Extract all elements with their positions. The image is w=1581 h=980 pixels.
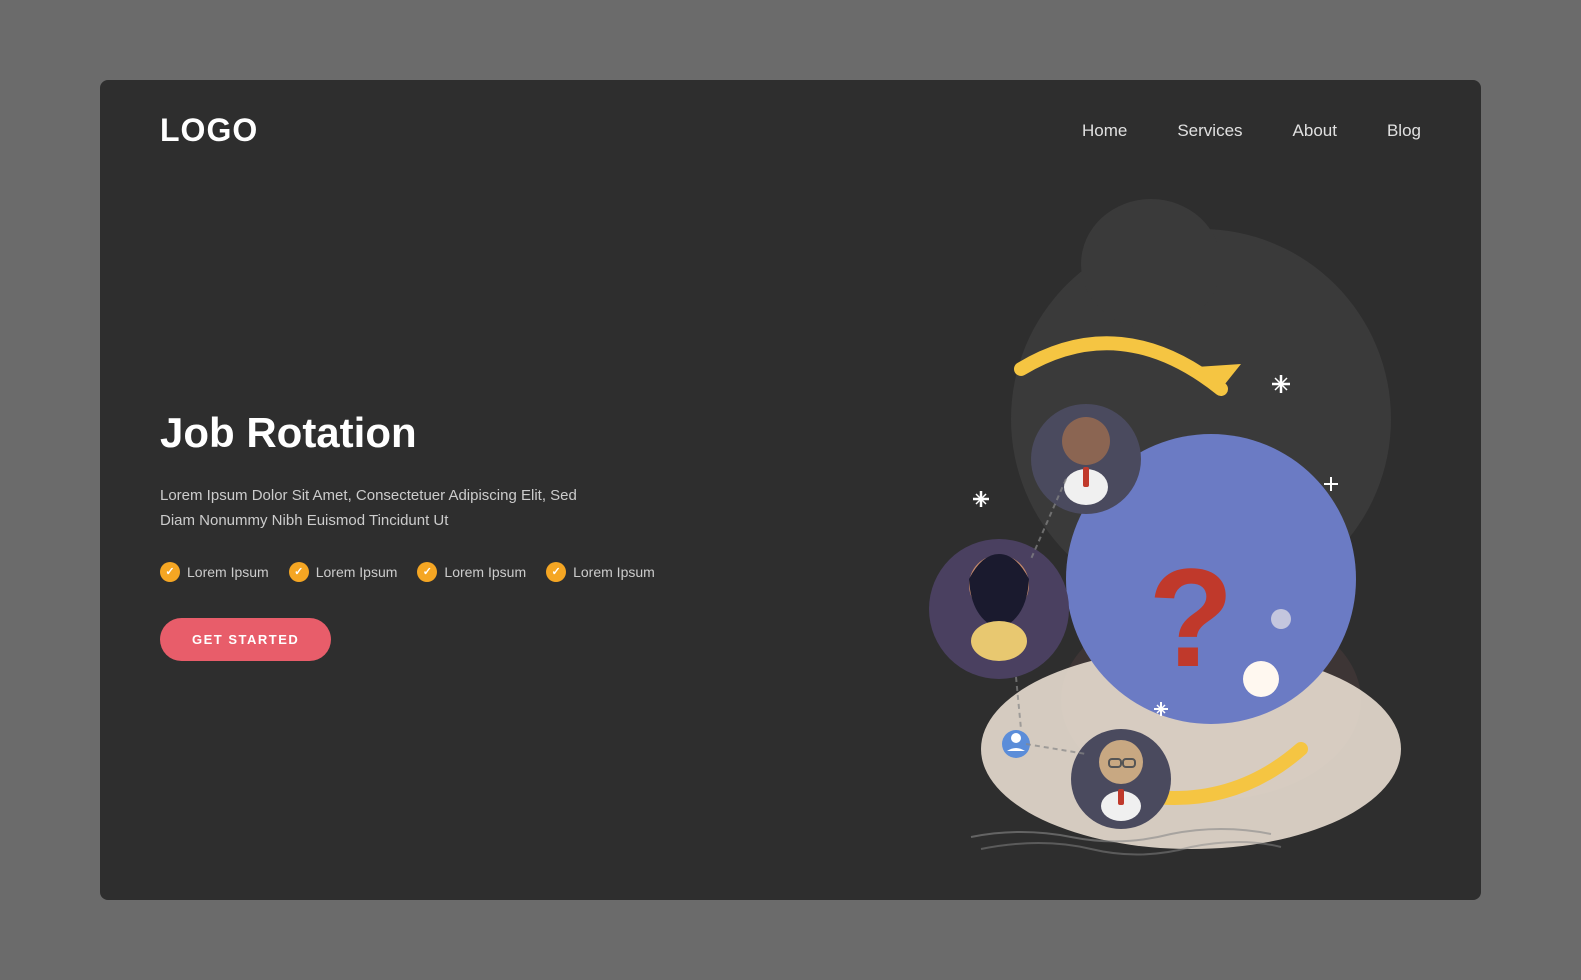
check-icon-4 xyxy=(546,562,566,582)
check-label-2: Lorem Ipsum xyxy=(316,564,398,580)
checklist: Lorem Ipsum Lorem Ipsum Lorem Ipsum Lore… xyxy=(160,562,680,582)
check-icon-1 xyxy=(160,562,180,582)
check-item-1: Lorem Ipsum xyxy=(160,562,269,582)
check-icon-3 xyxy=(417,562,437,582)
left-content: Job Rotation Lorem Ipsum Dolor Sit Amet,… xyxy=(160,189,680,860)
check-label-1: Lorem Ipsum xyxy=(187,564,269,580)
main-content: Job Rotation Lorem Ipsum Dolor Sit Amet,… xyxy=(100,169,1481,900)
header: LOGO Home Services About Blog xyxy=(100,80,1481,169)
nav-about[interactable]: About xyxy=(1293,121,1337,141)
svg-text:?: ? xyxy=(1148,539,1234,696)
nav-services[interactable]: Services xyxy=(1177,121,1242,141)
right-illustration: ? xyxy=(680,189,1421,860)
nav-home[interactable]: Home xyxy=(1082,121,1127,141)
check-item-3: Lorem Ipsum xyxy=(417,562,526,582)
page-description: Lorem Ipsum Dolor Sit Amet, Consectetuer… xyxy=(160,483,600,534)
logo: LOGO xyxy=(160,112,258,149)
check-item-4: Lorem Ipsum xyxy=(546,562,655,582)
check-item-2: Lorem Ipsum xyxy=(289,562,398,582)
check-icon-2 xyxy=(289,562,309,582)
get-started-button[interactable]: GET STARTED xyxy=(160,618,331,661)
page-title: Job Rotation xyxy=(160,408,680,458)
illustration-svg: ? xyxy=(821,189,1421,869)
navigation: Home Services About Blog xyxy=(1082,121,1421,141)
page-wrapper: LOGO Home Services About Blog Job Rotati… xyxy=(100,80,1481,900)
check-label-4: Lorem Ipsum xyxy=(573,564,655,580)
nav-blog[interactable]: Blog xyxy=(1387,121,1421,141)
check-label-3: Lorem Ipsum xyxy=(444,564,526,580)
